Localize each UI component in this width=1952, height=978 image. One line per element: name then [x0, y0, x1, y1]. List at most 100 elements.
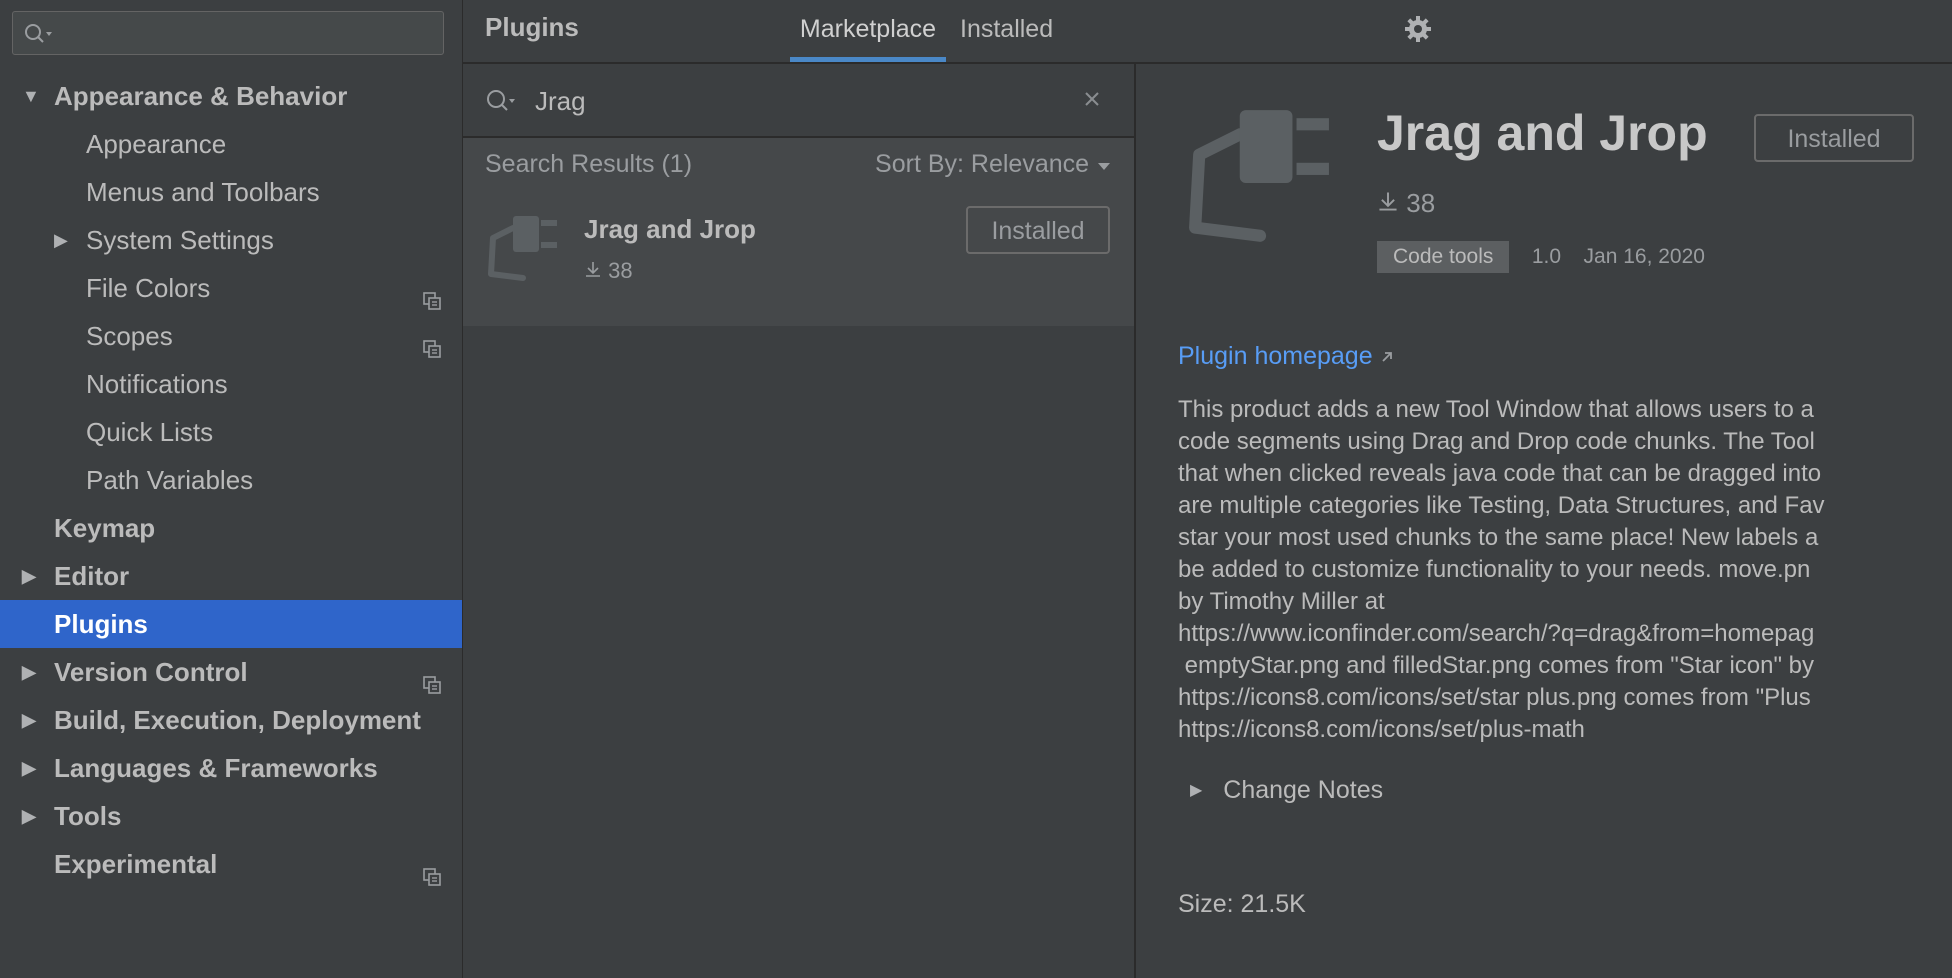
plugin-size: Size: 21.5K	[1178, 890, 1306, 918]
sidebar-item-label: System Settings	[86, 225, 274, 255]
sidebar-item[interactable]: ▶ Editor	[0, 552, 462, 600]
gear-icon[interactable]	[1403, 14, 1433, 49]
project-level-icon	[422, 854, 442, 902]
sidebar-item-label: Notifications	[86, 369, 228, 399]
sidebar-item-label: Keymap	[54, 513, 156, 543]
search-icon	[23, 22, 57, 51]
settings-search-input[interactable]	[12, 11, 444, 55]
chevron-right-icon[interactable]: ▶	[22, 648, 36, 696]
plugin-meta: Code tools 1.0 Jan 16, 2020	[1377, 241, 1705, 273]
sidebar-item[interactable]: ▶ Tools	[0, 792, 462, 840]
chevron-down-icon	[1096, 150, 1112, 178]
sidebar-item[interactable]: ▶ Languages & Frameworks	[0, 744, 462, 792]
plugin-icon	[485, 214, 559, 291]
sidebar-item[interactable]: Appearance	[0, 120, 462, 168]
plugin-list-panel: Jrag Search Results (1) Sort By: Relevan…	[463, 64, 1136, 978]
sidebar-item[interactable]: Experimental	[0, 840, 462, 888]
download-icon	[584, 258, 608, 283]
description-line: code segments using Drag and Drop code c…	[1178, 428, 1815, 455]
download-count: 38	[584, 258, 633, 284]
download-count: 38	[1377, 188, 1435, 219]
external-link-icon	[1380, 342, 1394, 370]
description-line: emptyStar.png and filledStar.png comes f…	[1178, 652, 1815, 679]
description-line: star your most used chunks to the same p…	[1178, 524, 1819, 551]
plugin-homepage-label: Plugin homepage	[1178, 342, 1373, 370]
sidebar-item[interactable]: File Colors	[0, 264, 462, 312]
description-line: be added to customize functionality to y…	[1178, 556, 1811, 583]
plugin-search-field[interactable]: Jrag	[463, 64, 1134, 138]
description-line: that when clicked reveals java code that…	[1178, 460, 1822, 487]
description-line: https://www.iconfinder.com/search/?q=dra…	[1178, 620, 1815, 647]
sidebar-item[interactable]: Scopes	[0, 312, 462, 360]
chevron-right-icon[interactable]: ▶	[22, 744, 36, 792]
sidebar-item[interactable]: ▶ Version Control	[0, 648, 462, 696]
settings-sidebar: ▼ Appearance & Behavior Appearance Menus an…	[0, 0, 463, 978]
page-title: Plugins	[485, 12, 579, 42]
description-line: are multiple categories like Testing, Da…	[1178, 492, 1825, 519]
sidebar-item[interactable]: ▶ System Settings	[0, 216, 462, 264]
sidebar-item-label: File Colors	[86, 273, 211, 303]
sidebar-item-label: Path Variables	[86, 465, 254, 495]
sidebar-item-label: Languages & Frameworks	[54, 753, 378, 783]
plugin-list-item[interactable]: Jrag and Jrop 38 Installed	[463, 190, 1134, 326]
sidebar-item-label: Appearance & Behavior	[54, 81, 348, 111]
plugin-homepage-link[interactable]: Plugin homepage	[1178, 342, 1394, 371]
plugins-header: Plugins Marketplace Installed	[463, 0, 1952, 64]
sidebar-item[interactable]: ▼ Appearance & Behavior	[0, 72, 462, 120]
sidebar-item[interactable]: Keymap	[0, 504, 462, 552]
download-count-value: 38	[608, 258, 633, 283]
chevron-down-icon[interactable]: ▼	[22, 72, 40, 120]
plugin-detail-panel: Jrag and Jrop Installed 38 Code tools 1.…	[1137, 64, 1952, 978]
sidebar-item[interactable]: Plugins	[0, 600, 462, 648]
sidebar-item[interactable]: Notifications	[0, 360, 462, 408]
chevron-right-icon[interactable]: ▶	[22, 552, 36, 600]
plugin-icon	[1183, 104, 1333, 259]
chevron-right-icon: ▶	[1190, 782, 1203, 799]
sidebar-item-label: Version Control	[54, 657, 248, 687]
settings-tree: ▼ Appearance & Behavior Appearance Menus an…	[0, 72, 462, 888]
plugin-date: Jan 16, 2020	[1583, 245, 1705, 268]
results-count: Search Results (1)	[485, 150, 693, 178]
sidebar-item[interactable]: Menus and Toolbars	[0, 168, 462, 216]
sidebar-item-label: Tools	[54, 801, 122, 831]
description-line: https://icons8.com/icons/set/star plus.p…	[1178, 684, 1811, 711]
sidebar-item-label: Menus and Toolbars	[86, 177, 320, 207]
download-count-value: 38	[1406, 188, 1436, 218]
tab-installed[interactable]: Installed	[960, 0, 1054, 62]
sidebar-item-label: Scopes	[86, 321, 173, 351]
download-icon	[1377, 188, 1406, 218]
chevron-right-icon[interactable]: ▶	[22, 792, 36, 840]
sort-label: Sort By: Relevance	[875, 150, 1090, 178]
plugin-title: Jrag and Jrop	[1377, 105, 1708, 161]
plugin-name: Jrag and Jrop	[584, 214, 756, 244]
tab-marketplace-label: Marketplace	[799, 15, 937, 43]
chevron-right-icon[interactable]: ▶	[54, 216, 68, 264]
sort-dropdown[interactable]: Sort By: Relevance	[875, 150, 1112, 179]
results-header: Search Results (1) Sort By: Relevance	[463, 138, 1134, 190]
sidebar-item[interactable]: Path Variables	[0, 456, 462, 504]
sidebar-item[interactable]: Quick Lists	[0, 408, 462, 456]
change-notes-label: Change Notes	[1223, 776, 1384, 804]
change-notes-toggle[interactable]: ▶ Change Notes	[1178, 776, 1383, 805]
sidebar-item-label: Editor	[54, 561, 130, 591]
plugin-version: 1.0	[1531, 245, 1562, 268]
tab-marketplace[interactable]: Marketplace	[790, 0, 946, 62]
description-line: This product adds a new Tool Window that…	[1178, 396, 1814, 423]
search-icon	[485, 88, 519, 119]
sidebar-item-label: Experimental	[54, 849, 218, 879]
sidebar-item-label: Plugins	[54, 609, 148, 639]
sidebar-item-label: Appearance	[86, 129, 227, 159]
sidebar-item-label: Build, Execution, Deployment	[54, 705, 421, 735]
sidebar-item-label: Quick Lists	[86, 417, 214, 447]
chevron-right-icon[interactable]: ▶	[22, 696, 36, 744]
description-line: by Timothy Miller at	[1178, 588, 1385, 615]
description-line: https://icons8.com/icons/set/plus-math	[1178, 716, 1585, 743]
sidebar-item[interactable]: ▶ Build, Execution, Deployment	[0, 696, 462, 744]
tab-installed-label: Installed	[960, 15, 1054, 43]
category-badge[interactable]: Code tools	[1377, 241, 1510, 273]
plugin-search-value: Jrag	[535, 86, 586, 116]
installed-button[interactable]: Installed	[1754, 114, 1914, 162]
installed-button[interactable]: Installed	[966, 206, 1110, 254]
plugin-description: This product adds a new Tool Window that…	[1178, 394, 1952, 746]
clear-search-icon[interactable]	[1083, 90, 1101, 113]
